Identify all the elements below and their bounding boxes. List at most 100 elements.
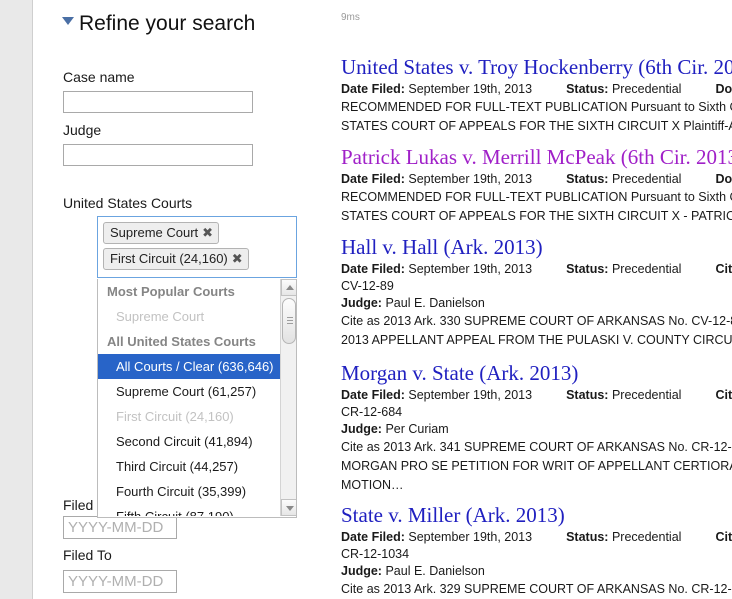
- date-filed-label: Date Filed:: [341, 172, 405, 186]
- extra-label: Docket Number:: [715, 172, 732, 186]
- result-title-link[interactable]: Hall v. Hall (Ark. 2013): [341, 235, 732, 260]
- status-label: Status:: [566, 388, 608, 402]
- date-filed-label: Date Filed:: [341, 530, 405, 544]
- dropdown-group-label: Most Popular Courts: [98, 279, 281, 304]
- result-item: State v. Miller (Ark. 2013) Date Filed: S…: [341, 503, 732, 599]
- date-filed-label: Date Filed:: [341, 262, 405, 276]
- chip-remove-icon[interactable]: ✖: [202, 225, 213, 240]
- result-title-link[interactable]: Morgan v. State (Ark. 2013): [341, 361, 732, 386]
- result-meta-row: Date Filed: September 19th, 2013Status: …: [341, 171, 732, 188]
- filed-from-input[interactable]: [63, 516, 177, 539]
- query-timing-label: 9ms: [341, 12, 360, 24]
- refine-search-title: Refine your search: [79, 12, 255, 35]
- result-judge-row: Judge: Paul E. Danielson: [341, 295, 732, 312]
- result-snippet-line: Cite as 2013 Ark. 341 SUPREME COURT OF A…: [341, 438, 732, 457]
- result-docket-number: CR-12-1034: [341, 546, 732, 563]
- scroll-up-arrow-icon[interactable]: [281, 279, 297, 296]
- chip-label: First Circuit (24,160): [110, 251, 228, 266]
- status-value: Precedential: [608, 82, 681, 96]
- dropdown-option[interactable]: Supreme Court (61,257): [98, 379, 281, 404]
- date-filed-value: September 19th, 2013: [405, 388, 532, 402]
- page-root: Refine your search Case name Judge Unite…: [0, 0, 732, 599]
- result-meta-row: Date Filed: September 19th, 2013Status: …: [341, 529, 732, 546]
- result-item: Hall v. Hall (Ark. 2013) Date Filed: Sept…: [341, 235, 732, 350]
- extra-label: Citation Number:: [715, 530, 732, 544]
- result-item: Morgan v. State (Ark. 2013) Date Filed: S…: [341, 361, 732, 495]
- result-docket-number: CR-12-684: [341, 404, 732, 421]
- judge-input[interactable]: [63, 144, 253, 166]
- result-snippet-line: STATES COURT OF APPEALS FOR THE SIXTH CI…: [341, 117, 732, 136]
- courts-dropdown-options[interactable]: Most Popular CourtsSupreme CourtAll Unit…: [98, 279, 281, 516]
- judge-value: Per Curiam: [382, 422, 449, 436]
- result-meta-row: Date Filed: September 19th, 2013Status: …: [341, 261, 732, 278]
- extra-label: Citation Number:: [715, 262, 732, 276]
- chip-label: Supreme Court: [110, 225, 198, 240]
- status-value: Precedential: [608, 262, 681, 276]
- date-filed-label: Date Filed:: [341, 82, 405, 96]
- extra-label: Docket Number:: [715, 82, 732, 96]
- filed-to-input[interactable]: [63, 570, 177, 593]
- status-label: Status:: [566, 172, 608, 186]
- result-snippet-line: RECOMMENDED FOR FULL-TEXT PUBLICATION Pu…: [341, 188, 732, 207]
- result-snippet-line: 2013 APPELLANT APPEAL FROM THE PULASKI V…: [341, 331, 732, 350]
- result-judge-row: Judge: Paul E. Danielson: [341, 563, 732, 580]
- result-snippet-line: MOTION…: [341, 476, 732, 495]
- status-label: Status:: [566, 82, 608, 96]
- dropdown-option[interactable]: Fifth Circuit (87,190): [98, 504, 281, 516]
- judge-label: Judge:: [341, 422, 382, 436]
- case-name-label: Case name: [63, 69, 135, 86]
- dropdown-option[interactable]: Fourth Circuit (35,399): [98, 479, 281, 504]
- status-label: Status:: [566, 530, 608, 544]
- status-value: Precedential: [608, 388, 681, 402]
- result-docket-number: CV-12-89: [341, 278, 732, 295]
- result-title-link[interactable]: Patrick Lukas v. Merrill McPeak (6th Cir…: [341, 145, 732, 170]
- judge-label: Judge: [63, 122, 101, 139]
- search-results-column: Search Results 9ms United States v. Troy…: [330, 0, 732, 599]
- courts-dropdown-scrollbar[interactable]: [280, 279, 296, 516]
- result-item: Patrick Lukas v. Merrill McPeak (6th Cir…: [341, 145, 732, 226]
- dropdown-option: First Circuit (24,160): [98, 404, 281, 429]
- result-title-link[interactable]: United States v. Troy Hockenberry (6th C…: [341, 55, 732, 80]
- triangle-down-icon[interactable]: [62, 17, 74, 25]
- status-value: Precedential: [608, 530, 681, 544]
- refine-search-header[interactable]: Refine your search: [62, 11, 255, 37]
- dropdown-option[interactable]: Third Circuit (44,257): [98, 454, 281, 479]
- scrollbar-grip-icon: [287, 317, 293, 318]
- united-states-courts-label: United States Courts: [63, 195, 192, 212]
- dropdown-group-label: All United States Courts: [98, 329, 281, 354]
- result-snippet-line: Cite as 2013 Ark. 329 SUPREME COURT OF A…: [341, 580, 732, 599]
- result-judge-row: Judge: Per Curiam: [341, 421, 732, 438]
- result-meta-row: Date Filed: September 19th, 2013Status: …: [341, 81, 732, 98]
- result-snippet-line: Cite as 2013 Ark. 330 SUPREME COURT OF A…: [341, 312, 732, 331]
- result-title-link[interactable]: State v. Miller (Ark. 2013): [341, 503, 732, 528]
- selected-court-chip[interactable]: Supreme Court ✖: [103, 222, 219, 244]
- date-filed-value: September 19th, 2013: [405, 262, 532, 276]
- judge-value: Paul E. Danielson: [382, 564, 485, 578]
- filed-to-label: Filed To: [63, 547, 112, 564]
- date-filed-value: September 19th, 2013: [405, 530, 532, 544]
- judge-label: Judge:: [341, 564, 382, 578]
- selected-court-chip[interactable]: First Circuit (24,160) ✖: [103, 248, 249, 270]
- dropdown-option[interactable]: Second Circuit (41,894): [98, 429, 281, 454]
- result-snippet-line: MORGAN PRO SE PETITION FOR WRIT OF APPEL…: [341, 457, 732, 476]
- result-item: United States v. Troy Hockenberry (6th C…: [341, 55, 732, 136]
- scroll-down-arrow-icon[interactable]: [281, 499, 297, 516]
- page-left-gutter: [0, 0, 33, 599]
- courts-dropdown-list[interactable]: Most Popular CourtsSupreme CourtAll Unit…: [97, 279, 297, 518]
- dropdown-option[interactable]: All Courts / Clear (636,646): [98, 354, 281, 379]
- case-name-input[interactable]: [63, 91, 253, 113]
- result-snippet-line: STATES COURT OF APPEALS FOR THE SIXTH CI…: [341, 207, 732, 226]
- result-snippet-line: RECOMMENDED FOR FULL-TEXT PUBLICATION Pu…: [341, 98, 732, 117]
- result-meta-row: Date Filed: September 19th, 2013Status: …: [341, 387, 732, 404]
- chip-remove-icon[interactable]: ✖: [232, 251, 243, 266]
- date-filed-label: Date Filed:: [341, 388, 405, 402]
- judge-value: Paul E. Danielson: [382, 296, 485, 310]
- status-value: Precedential: [608, 172, 681, 186]
- judge-label: Judge:: [341, 296, 382, 310]
- status-label: Status:: [566, 262, 608, 276]
- date-filed-value: September 19th, 2013: [405, 82, 532, 96]
- scrollbar-thumb[interactable]: [282, 298, 296, 344]
- courts-multiselect-box[interactable]: Supreme Court ✖ First Circuit (24,160) ✖: [97, 216, 297, 278]
- refine-search-sidebar: Refine your search Case name Judge Unite…: [34, 0, 330, 599]
- dropdown-option: Supreme Court: [98, 304, 281, 329]
